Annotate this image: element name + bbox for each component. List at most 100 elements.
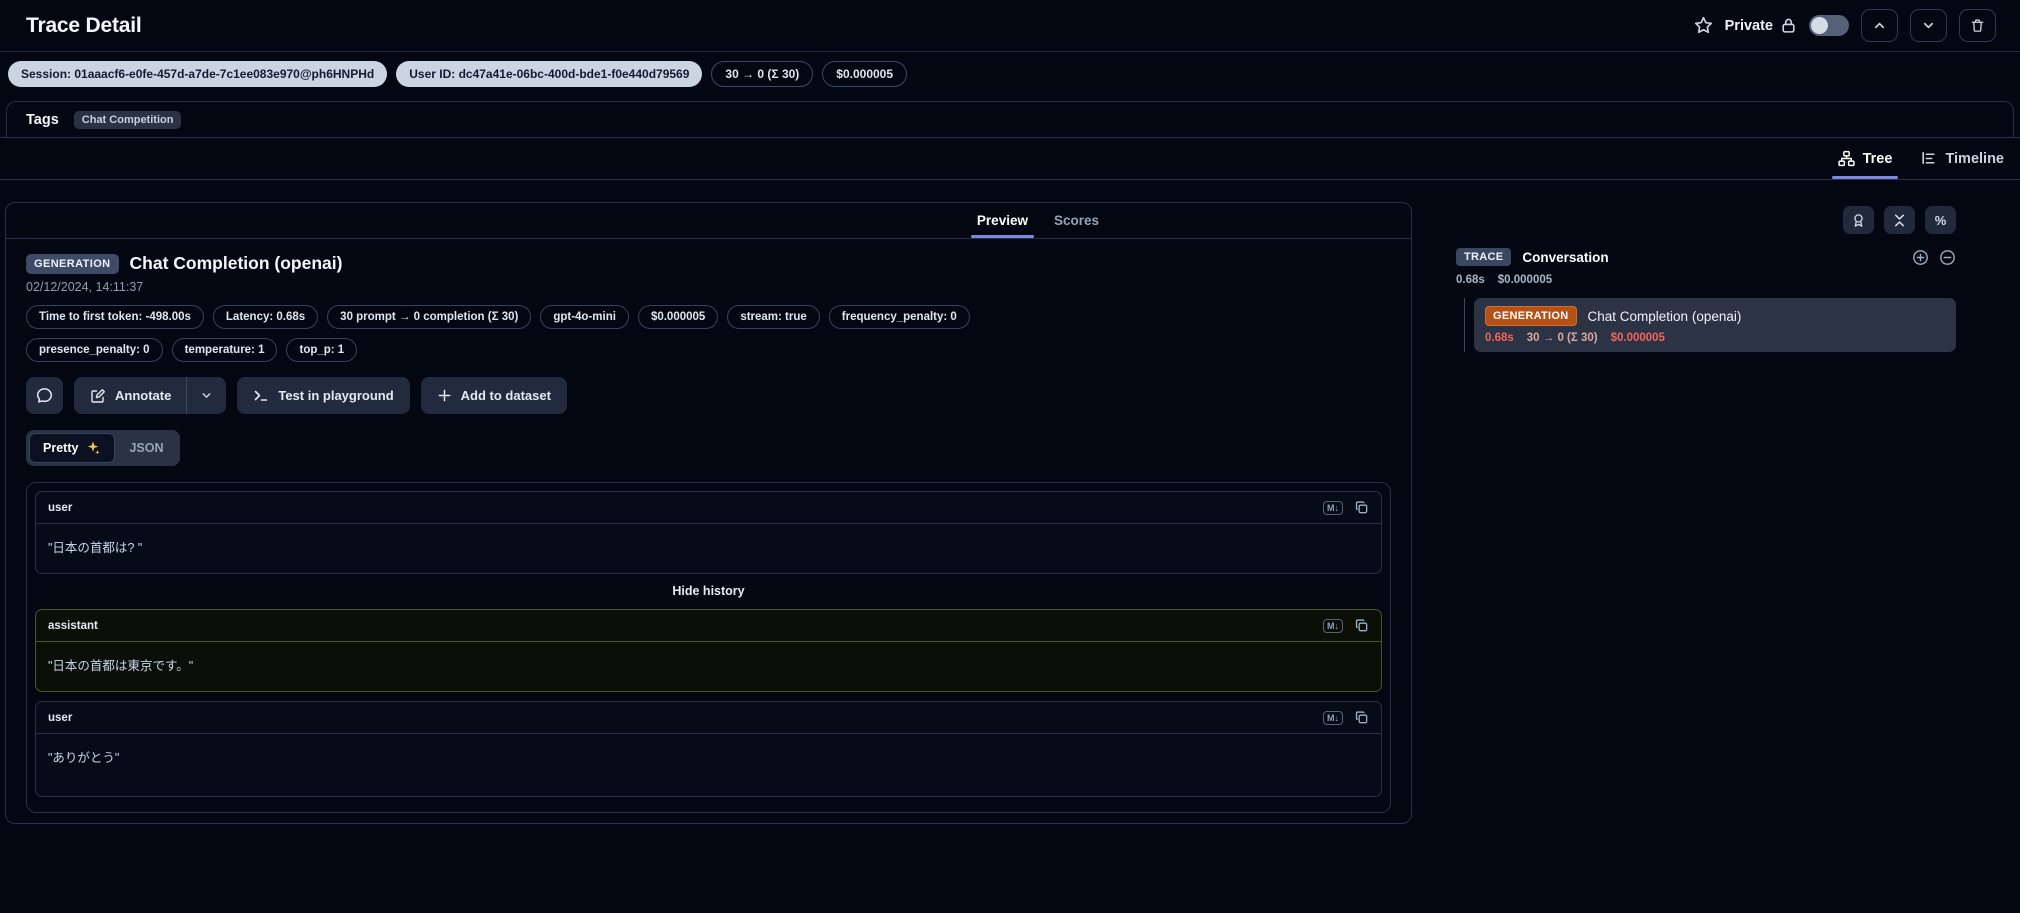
message-tools: M↓	[1323, 618, 1369, 633]
view-tabs: Tree Timeline	[0, 137, 2020, 180]
delete-trace-button[interactable]	[1959, 9, 1996, 42]
chevron-up-icon	[1874, 22, 1885, 29]
session-badge[interactable]: Session: 01aaacf6-e0fe-457d-a7de-7c1ee08…	[8, 61, 388, 87]
tags-label: Tags	[26, 112, 59, 128]
message-header: user M↓	[36, 702, 1381, 734]
previous-trace-button[interactable]	[1861, 9, 1898, 42]
content-area: Preview Scores GENERATION Chat Completio…	[0, 180, 2020, 913]
generation-node[interactable]: GENERATION Chat Completion (openai) 0.68…	[1473, 298, 1956, 352]
add-to-dataset-button[interactable]: Add to dataset	[420, 377, 567, 414]
playground-label: Test in playground	[278, 388, 394, 403]
metrics-toggle-button[interactable]: %	[1925, 206, 1956, 234]
generation-type-badge: GENERATION	[26, 253, 119, 274]
bookmark-star-icon[interactable]	[1694, 16, 1713, 35]
message-content: "日本の首都は? "	[48, 541, 143, 555]
generation-node-metrics: 0.68s 30 → 0 (Σ 30) $0.000005	[1485, 332, 1945, 344]
annotate-pen-icon	[91, 388, 105, 403]
generation-node-wrap: GENERATION Chat Completion (openai) 0.68…	[1456, 298, 1956, 352]
total-cost-badge: $0.000005	[822, 61, 908, 87]
observation-params: Time to first token: -498.00s Latency: 0…	[26, 305, 1096, 362]
chevron-down-icon	[202, 393, 211, 398]
message-role: user	[48, 711, 73, 724]
tab-timeline[interactable]: Timeline	[1920, 138, 2004, 179]
observation-body: GENERATION Chat Completion (openai) 02/1…	[6, 239, 1411, 823]
param-pill-cost: $0.000005	[637, 305, 719, 329]
message-content: "ありがとう"	[48, 751, 120, 765]
tab-timeline-label: Timeline	[1945, 150, 2004, 167]
add-to-dataset-label: Add to dataset	[460, 388, 551, 403]
format-toggle: Pretty JSON	[26, 430, 181, 466]
comments-button[interactable]	[26, 377, 63, 414]
param-pill-latency: Latency: 0.68s	[212, 305, 319, 329]
terminal-icon	[255, 390, 268, 401]
observation-timestamp: 02/12/2024, 14:11:37	[26, 280, 144, 294]
trace-tree-sidebar: % TRACE Conversation 0.68s $0.000005 GEN…	[1412, 202, 2020, 352]
sparkles-icon	[88, 441, 101, 455]
param-pill-model[interactable]: gpt-4o-mini	[540, 305, 629, 329]
collapse-all-button[interactable]	[1884, 206, 1915, 234]
pretty-toggle[interactable]: Pretty	[29, 433, 116, 463]
copy-icon[interactable]	[1354, 710, 1369, 725]
observation-title: Chat Completion (openai)	[129, 253, 343, 273]
tree-connector-line	[1464, 298, 1465, 352]
annotate-dropdown-button[interactable]	[187, 377, 226, 414]
tree-icon	[1837, 150, 1855, 167]
sidebar-actions: %	[1456, 206, 1956, 234]
json-toggle[interactable]: JSON	[115, 434, 177, 462]
tab-tree[interactable]: Tree	[1831, 138, 1899, 179]
param-pill-tokens: 30 prompt → 0 completion (Σ 30)	[327, 305, 532, 329]
token-usage-badge: 30 → 0 (Σ 30)	[711, 61, 814, 87]
copy-icon[interactable]	[1354, 618, 1369, 633]
trace-zoom-controls	[1912, 249, 1956, 266]
trace-latency: 0.68s	[1456, 274, 1485, 286]
param-pill-stream: stream: true	[727, 305, 820, 329]
param-pill-presence-penalty: presence_penalty: 0	[26, 338, 163, 362]
hide-history-button[interactable]: Hide history	[35, 574, 1382, 609]
message-header: user M↓	[36, 492, 1381, 524]
toggle-knob	[1811, 17, 1828, 34]
tag-chip[interactable]: Chat Competition	[73, 111, 182, 129]
markdown-toggle-icon[interactable]: M↓	[1323, 618, 1343, 633]
observation-title-row: GENERATION Chat Completion (openai)	[26, 253, 1391, 274]
app-header: Trace Detail Private	[0, 0, 2020, 52]
markdown-toggle-icon[interactable]: M↓	[1323, 710, 1343, 725]
privacy-text: Private	[1724, 17, 1773, 34]
tags-section: Tags Chat Competition	[6, 101, 2014, 137]
trace-title: Conversation	[1522, 249, 1609, 265]
message-user-2: user M↓ "ありがとう"	[35, 701, 1382, 797]
generation-cost: $0.000005	[1610, 332, 1665, 344]
meta-badges-row: Session: 01aaacf6-e0fe-457d-a7de-7c1ee08…	[0, 52, 2020, 95]
plus-circle-icon[interactable]	[1912, 249, 1929, 266]
generation-node-badge: GENERATION	[1484, 306, 1577, 326]
generation-node-title: Chat Completion (openai)	[1587, 308, 1742, 324]
message-tools: M↓	[1323, 500, 1369, 515]
comment-icon	[36, 388, 53, 403]
trace-node[interactable]: TRACE Conversation	[1456, 248, 1956, 266]
fold-vertical-icon	[1894, 214, 1905, 226]
message-user-1: user M↓ "日本の首都は? "	[35, 491, 1382, 574]
timeline-icon	[1922, 151, 1936, 165]
io-preview: user M↓ "日本の首都は? " Hide history assistan…	[26, 482, 1391, 813]
chevron-down-icon	[1923, 22, 1934, 29]
message-role: user	[48, 501, 73, 514]
tab-scores[interactable]: Scores	[1042, 203, 1111, 238]
test-in-playground-button[interactable]: Test in playground	[237, 377, 410, 414]
param-pill-frequency-penalty: frequency_penalty: 0	[828, 305, 970, 329]
copy-icon[interactable]	[1354, 500, 1369, 515]
plus-icon	[438, 389, 451, 402]
annotate-button[interactable]: Annotate	[74, 377, 186, 414]
panel-tabs: Preview Scores	[6, 203, 1411, 239]
tab-preview[interactable]: Preview	[965, 203, 1040, 238]
user-id-badge[interactable]: User ID: dc47a41e-06bc-400d-bde1-f0e440d…	[396, 61, 703, 87]
next-trace-button[interactable]	[1910, 9, 1947, 42]
scores-toggle-button[interactable]	[1843, 206, 1874, 234]
public-sharing-toggle[interactable]	[1809, 15, 1849, 36]
markdown-toggle-icon[interactable]: M↓	[1323, 500, 1343, 515]
annotate-split-button: Annotate	[74, 377, 227, 414]
message-header: assistant M↓	[36, 610, 1381, 642]
message-role: assistant	[48, 619, 98, 632]
param-pill-top-p: top_p: 1	[286, 338, 358, 362]
tab-tree-label: Tree	[1862, 150, 1893, 167]
minus-circle-icon[interactable]	[1939, 249, 1956, 266]
